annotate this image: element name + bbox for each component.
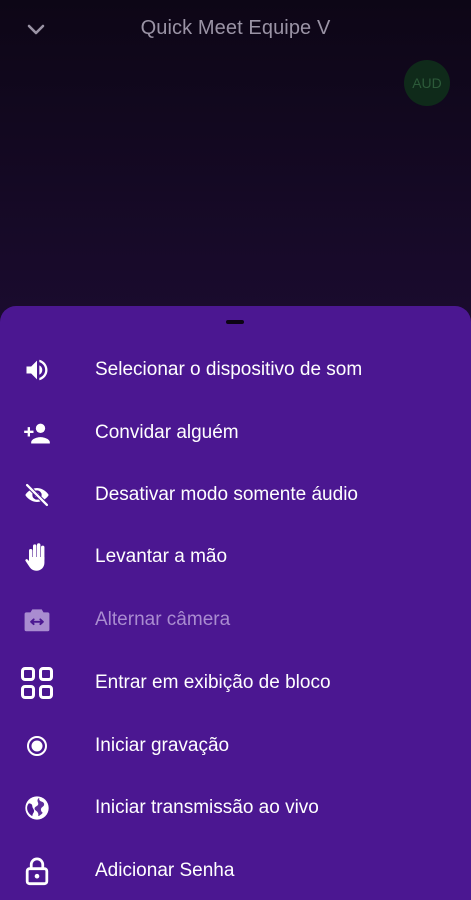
menu-item-label: Entrar em exibição de bloco bbox=[95, 672, 331, 693]
menu-item-start-recording[interactable]: Iniciar gravação bbox=[0, 715, 471, 777]
options-bottom-sheet: Selecionar o dispositivo de som Convidar… bbox=[0, 306, 471, 900]
lock-icon bbox=[20, 854, 54, 888]
avatar[interactable]: AUD bbox=[404, 60, 450, 106]
menu-item-add-password[interactable]: Adicionar Senha bbox=[0, 840, 471, 900]
menu-item-tile-view[interactable]: Entrar em exibição de bloco bbox=[0, 652, 471, 714]
menu-item-raise-hand[interactable]: Levantar a mão bbox=[0, 526, 471, 588]
add-person-icon bbox=[20, 416, 54, 450]
menu-item-label: Iniciar gravação bbox=[95, 735, 230, 756]
volume-icon bbox=[20, 353, 54, 387]
menu-item-label: Convidar alguém bbox=[95, 422, 239, 443]
menu-item-label: Adicionar Senha bbox=[95, 860, 235, 881]
record-icon bbox=[20, 729, 54, 763]
menu-item-label: Iniciar transmissão ao vivo bbox=[95, 797, 319, 818]
switch-camera-icon bbox=[20, 603, 54, 637]
meeting-header: Quick Meet Equipe V bbox=[0, 0, 471, 60]
meeting-title: Quick Meet Equipe V bbox=[140, 17, 331, 39]
globe-icon bbox=[20, 791, 54, 825]
drag-handle[interactable] bbox=[226, 320, 244, 324]
menu-item-label: Desativar modo somente áudio bbox=[95, 484, 358, 505]
menu-item-label: Alternar câmera bbox=[95, 609, 231, 630]
menu-item-label: Selecionar o dispositivo de som bbox=[95, 359, 363, 380]
menu-item-start-livestream[interactable]: Iniciar transmissão ao vivo bbox=[0, 777, 471, 839]
eye-off-icon bbox=[20, 478, 54, 512]
menu-item-invite[interactable]: Convidar alguém bbox=[0, 402, 471, 464]
menu-item-disable-audio-only[interactable]: Desativar modo somente áudio bbox=[0, 464, 471, 526]
menu-item-label: Levantar a mão bbox=[95, 546, 228, 567]
hand-icon bbox=[20, 540, 54, 574]
menu-item-switch-camera[interactable]: Alternar câmera bbox=[0, 589, 471, 651]
grid-icon bbox=[20, 666, 54, 700]
menu-item-select-audio-device[interactable]: Selecionar o dispositivo de som bbox=[0, 339, 471, 401]
